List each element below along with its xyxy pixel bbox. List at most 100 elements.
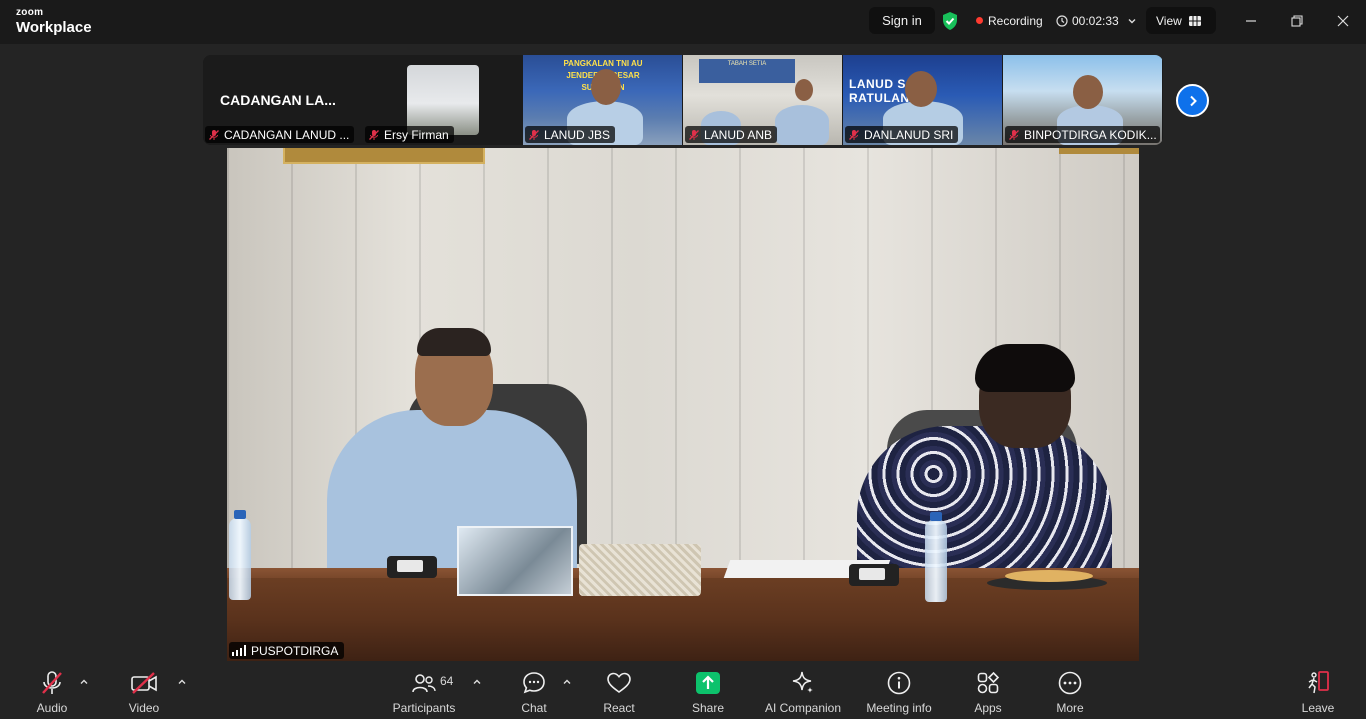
participant-tile[interactable]: Ersy Firman [363,55,523,145]
video-options-caret[interactable] [175,675,189,689]
close-button[interactable] [1329,8,1357,34]
participants-count: 64 [440,674,454,688]
audio-button[interactable]: Audio [30,669,74,717]
participant-display-name: CADANGAN LA... [220,92,336,108]
water-bottle [925,512,947,602]
more-button[interactable]: More [1048,669,1092,717]
sign-in-label: Sign in [882,13,922,28]
participant-head [905,71,937,107]
leave-button[interactable]: Leave [1296,669,1340,717]
minimize-icon [1246,20,1256,22]
participant-tile[interactable]: LANUD SAM RATULANGI DANLANUD SRI [843,55,1002,145]
participant-name: Ersy Firman [384,127,449,142]
chevron-down-icon [1128,18,1136,23]
mic-muted-icon [1009,129,1019,140]
participant-tile[interactable]: CADANGAN LA... CADANGAN LANUD ... [203,55,363,145]
picture-frame [1059,148,1139,154]
participant-avatar [407,65,479,135]
chevron-up-icon [473,679,481,684]
chat-bubble-icon [523,672,545,694]
gallery-next-page-button[interactable] [1176,84,1209,117]
participant-name: LANUD ANB [704,127,773,142]
chat-label: Chat [521,701,547,715]
brand-large: Workplace [16,19,92,36]
participant-name: DANLANUD SRI [864,127,954,142]
mic-muted-icon [529,129,539,140]
meeting-info-label: Meeting info [866,701,932,715]
share-screen-icon [696,672,720,694]
participants-options-caret[interactable] [470,675,484,689]
title-bar: zoom Workplace Sign in Recording 00:02:3… [0,0,1366,44]
chevron-up-icon [563,679,571,684]
participant-name-label: DANLANUD SRI [845,126,959,143]
share-button[interactable]: Share [686,669,730,717]
participant-name-label: LANUD ANB [685,126,778,143]
participants-icon [412,674,436,693]
minimize-button[interactable] [1237,8,1265,34]
chat-options-caret[interactable] [560,675,574,689]
camera-off-icon [131,672,157,694]
close-icon [1337,15,1349,27]
active-speaker-name: PUSPOTDIRGA [251,643,339,658]
meeting-info-button[interactable]: Meeting info [862,669,936,717]
clock-icon [1056,14,1068,27]
ai-companion-label: AI Companion [764,701,842,715]
connection-signal-icon [232,645,246,656]
heart-icon [607,672,631,693]
chat-button[interactable]: Chat [512,669,556,717]
tissue-box [579,544,701,596]
active-speaker-video[interactable]: PUSPOTDIRGA [227,148,1139,661]
react-button[interactable]: React [597,669,641,717]
participant-name: LANUD JBS [544,127,611,142]
participant-name-label: LANUD JBS [525,126,616,143]
sign-in-button[interactable]: Sign in [869,7,935,34]
audio-options-caret[interactable] [77,675,91,689]
ai-companion-button[interactable]: AI Companion [762,669,844,717]
meeting-timer[interactable]: 00:02:33 [1052,7,1138,34]
participant-name: CADANGAN LANUD ... [224,127,350,142]
react-label: React [603,701,635,715]
seated-person [857,426,1112,586]
recording-label: Recording [988,13,1043,28]
participant-gallery-strip: CADANGAN LA... CADANGAN LANUD ... Ersy F… [203,55,1163,145]
more-options-icon [1058,671,1082,695]
participant-head [591,69,621,105]
snack-food [1005,570,1093,582]
restore-button[interactable] [1283,8,1311,34]
recording-indicator[interactable]: Recording [970,7,1044,34]
brand-small: zoom [16,7,44,18]
participant-video [775,105,829,145]
mic-muted-icon [209,129,219,140]
gallery-grid-icon [1188,15,1201,26]
mic-muted-icon [42,671,62,694]
leave-door-icon [1308,671,1329,694]
video-button[interactable]: Video [122,669,166,717]
audio-label: Audio [36,701,68,715]
participant-tile[interactable]: PANGKALAN TNI AU JENDERAL BESAR SUDIRMAN… [523,55,682,145]
participant-name-label: CADANGAN LANUD ... [205,126,355,143]
view-button[interactable]: View [1146,7,1216,34]
mic-muted-icon [689,129,699,140]
sparkle-icon [792,671,813,693]
participant-name-label: Ersy Firman [365,126,454,143]
apps-button[interactable]: Apps [966,669,1010,717]
picture-frame [283,148,485,164]
share-label: Share [691,701,725,715]
restore-icon [1291,15,1303,27]
water-bottle [229,510,251,600]
desk-microphone [387,556,437,578]
apps-icon [977,671,1000,694]
chevron-up-icon [80,679,88,684]
encryption-shield-icon[interactable] [936,7,964,34]
meeting-controls-toolbar: Audio Video Participants 64 Chat React S… [0,661,1366,719]
zoom-meeting-window: zoom Workplace Sign in Recording 00:02:3… [0,0,1366,719]
participant-tile[interactable]: BINPOTDIRGA KODIK... [1003,55,1162,145]
chevron-right-icon [1189,95,1197,106]
participant-tile[interactable]: TABAH SETIA LANUD ANB [683,55,842,145]
participant-name: BINPOTDIRGA KODIK... [1024,127,1157,142]
video-label: Video [128,701,160,715]
info-icon [887,671,911,695]
more-label: More [1056,701,1084,715]
mic-muted-icon [849,129,859,140]
speaker-hair [417,328,491,356]
